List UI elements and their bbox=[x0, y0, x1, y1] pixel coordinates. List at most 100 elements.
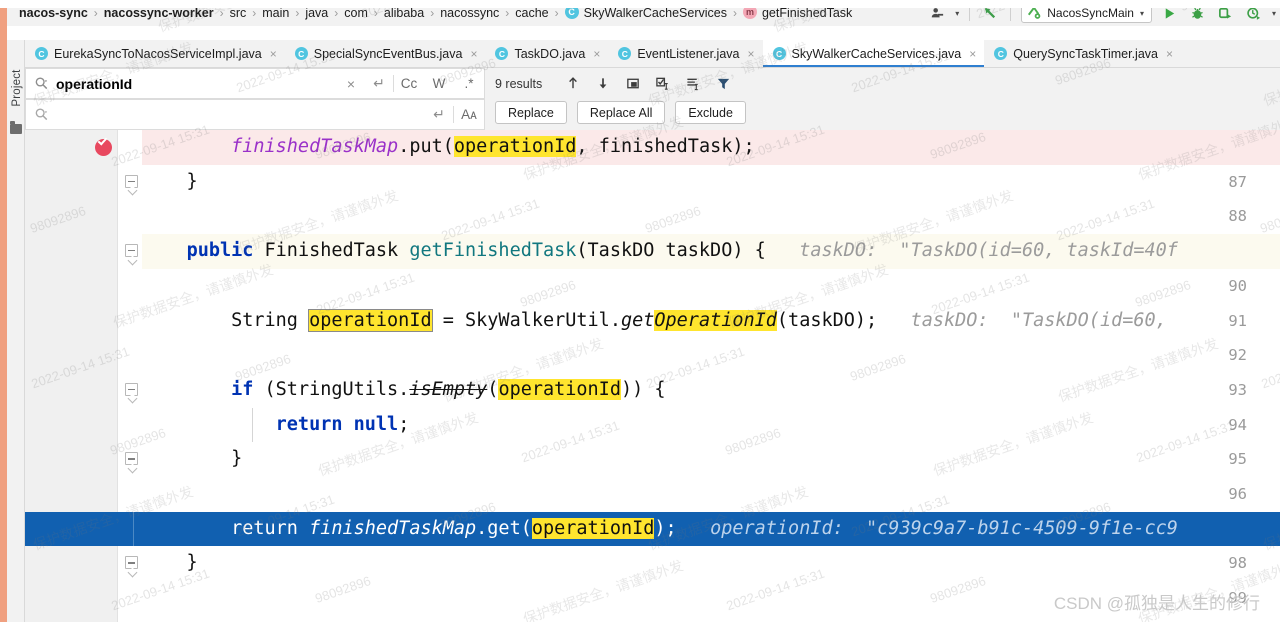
search-input[interactable] bbox=[56, 75, 337, 92]
find-field-row: × ↵ Cc W .* bbox=[25, 68, 485, 99]
search-history-icon[interactable]: ↵ bbox=[365, 69, 393, 98]
code-line-91[interactable]: String operationId = SkyWalkerUtil.getOp… bbox=[142, 304, 1280, 339]
code-text-area[interactable]: finishedTaskMap.put(operationId, finishe… bbox=[25, 130, 1280, 622]
chevron-down-icon[interactable]: ▾ bbox=[1140, 9, 1144, 18]
editor-tab-label: EventListener.java bbox=[637, 46, 740, 61]
code-fold-toggle[interactable] bbox=[125, 452, 138, 466]
semicolon: ; bbox=[398, 413, 410, 435]
top-edge bbox=[0, 0, 1280, 8]
keyword-token: return bbox=[231, 517, 298, 539]
filter-icon[interactable] bbox=[708, 68, 738, 99]
replace-input[interactable] bbox=[56, 106, 425, 123]
tail: ); bbox=[654, 517, 677, 539]
inline-debug-hint-91: taskDO: "TaskDO(id=60, bbox=[910, 309, 1167, 331]
deprecated-method-token: isEmpty bbox=[409, 378, 488, 400]
regex-toggle[interactable]: .* bbox=[454, 69, 484, 98]
more-caret-icon[interactable]: ▾ bbox=[1272, 9, 1276, 18]
code-line-86[interactable]: finishedTaskMap.put(operationId, finishe… bbox=[142, 130, 1280, 165]
search-match: operationId bbox=[531, 517, 655, 539]
select-all-occurrences-icon[interactable] bbox=[618, 68, 648, 99]
code-fold-toggle[interactable] bbox=[125, 382, 138, 396]
close-icon[interactable]: × bbox=[470, 47, 477, 61]
search-icon[interactable] bbox=[26, 76, 56, 91]
code-line-88[interactable] bbox=[142, 199, 1280, 234]
close-icon[interactable]: × bbox=[270, 47, 277, 61]
replace-field-actions: ↵ Aᴀ bbox=[425, 100, 484, 129]
code-line-87[interactable]: } bbox=[142, 165, 1280, 200]
replace-search-icon[interactable] bbox=[26, 107, 56, 122]
code-fold-toggle[interactable] bbox=[125, 556, 138, 570]
indent: String bbox=[142, 309, 310, 331]
java-class-icon: C bbox=[495, 47, 509, 60]
field-token: finishedTaskMap bbox=[231, 136, 399, 157]
code-fold-toggle[interactable] bbox=[125, 244, 138, 258]
find-previous-button[interactable] bbox=[558, 68, 588, 99]
replace-history-icon[interactable]: ↵ bbox=[425, 100, 453, 129]
breakpoint-icon[interactable] bbox=[95, 135, 112, 156]
replace-all-button[interactable]: Replace All bbox=[576, 101, 666, 124]
editor-tab-eurekasynctonacosserviceimpl[interactable]: C EurekaSyncToNacosServiceImpl.java × bbox=[25, 40, 285, 67]
code-line-95-text: } bbox=[142, 448, 243, 470]
words-toggle[interactable]: W bbox=[424, 69, 454, 98]
close-icon[interactable]: × bbox=[337, 69, 365, 98]
editor-tab-label: TaskDO.java bbox=[514, 46, 586, 61]
java-class-icon: C bbox=[994, 47, 1008, 60]
inline-debug-hint-89: taskDO: "TaskDO(id=60, taskId=40f bbox=[799, 240, 1178, 262]
call: .get( bbox=[476, 517, 532, 539]
method-token: getFinishedTask bbox=[409, 240, 577, 262]
code-line-93[interactable]: if (StringUtils.isEmpty(operationId)) { bbox=[142, 373, 1280, 408]
editor-tab-specialsynceventbus[interactable]: C SpecialSyncEventBus.java × bbox=[284, 40, 486, 67]
editor-gutter[interactable] bbox=[25, 130, 118, 622]
code-line-97-text: return finishedTaskMap.get(operationId);… bbox=[142, 512, 1178, 547]
code-line-94[interactable]: return null; bbox=[142, 407, 1280, 443]
preserve-case-toggle[interactable]: Aᴀ bbox=[454, 100, 484, 129]
csdn-watermark: CSDN @孤独是人生的修行 bbox=[1053, 594, 1260, 613]
code-line-92[interactable] bbox=[142, 338, 1280, 373]
code-line-89[interactable]: public FinishedTask getFinishedTask(Task… bbox=[142, 234, 1280, 269]
replace-buttons-row: Replace Replace All Exclude bbox=[495, 101, 746, 124]
search-match: OperationId bbox=[654, 309, 777, 331]
sidebar-item-project[interactable]: Project bbox=[11, 54, 23, 122]
tail: , finishedTask); bbox=[576, 136, 755, 157]
match-case-toggle[interactable]: Cc bbox=[394, 69, 424, 98]
exclude-button[interactable]: Exclude bbox=[675, 101, 746, 124]
search-match: operationId bbox=[453, 136, 577, 157]
close-icon[interactable]: × bbox=[748, 47, 755, 61]
close-icon[interactable]: × bbox=[969, 47, 976, 61]
args: (taskDO); bbox=[776, 309, 878, 331]
code-line-87-text: } bbox=[142, 170, 198, 192]
in-comments-icon[interactable] bbox=[678, 68, 708, 99]
close-icon[interactable]: × bbox=[593, 47, 600, 61]
nacos-app-icon bbox=[1028, 6, 1041, 19]
find-next-button[interactable] bbox=[588, 68, 618, 99]
tool-window-stripe-left: Project bbox=[7, 40, 25, 622]
editor-tab-bar: C EurekaSyncToNacosServiceImpl.java × C Spec… bbox=[25, 40, 1280, 68]
editor-tab-label: QuerySyncTaskTimer.java bbox=[1013, 46, 1158, 61]
editor-tab-taskdo[interactable]: C TaskDO.java × bbox=[485, 40, 609, 67]
replace-button[interactable]: Replace bbox=[495, 101, 567, 124]
editor-tab-skywalkercacheservices[interactable]: C SkyWalkerCacheServices.java × bbox=[762, 40, 985, 67]
class-token: (StringUtils. bbox=[253, 378, 410, 400]
keyword-token: if bbox=[231, 378, 254, 400]
code-fold-toggle[interactable] bbox=[125, 174, 138, 188]
close-icon[interactable]: × bbox=[1166, 47, 1173, 61]
code-editor[interactable]: 8687888990919293949596979899 finishedTas… bbox=[25, 130, 1280, 622]
code-line-98[interactable]: } bbox=[142, 546, 1280, 581]
code-line-97[interactable]: return finishedTaskMap.get(operationId);… bbox=[25, 511, 1280, 547]
search-match-current: operationId bbox=[308, 308, 433, 332]
editor-tab-label: SkyWalkerCacheServices.java bbox=[791, 46, 962, 61]
code-line-89-text: public FinishedTask getFinishedTask(Task… bbox=[142, 234, 1178, 269]
editor-tab-label: SpecialSyncEventBus.java bbox=[313, 46, 463, 61]
in-selection-icon[interactable] bbox=[648, 68, 678, 99]
fold-column bbox=[118, 130, 142, 622]
folder-icon[interactable] bbox=[10, 121, 22, 134]
user-caret-icon[interactable]: ▾ bbox=[955, 9, 959, 18]
code-line-95[interactable]: } bbox=[142, 442, 1280, 477]
editor-tab-querysynctasktimer[interactable]: C QuerySyncTaskTimer.java × bbox=[984, 40, 1182, 67]
editor-tab-eventlistener[interactable]: C EventListener.java × bbox=[608, 40, 763, 67]
results-count-label: 9 results bbox=[495, 76, 543, 91]
code-line-90[interactable] bbox=[142, 269, 1280, 304]
code-line-96[interactable] bbox=[142, 477, 1280, 512]
